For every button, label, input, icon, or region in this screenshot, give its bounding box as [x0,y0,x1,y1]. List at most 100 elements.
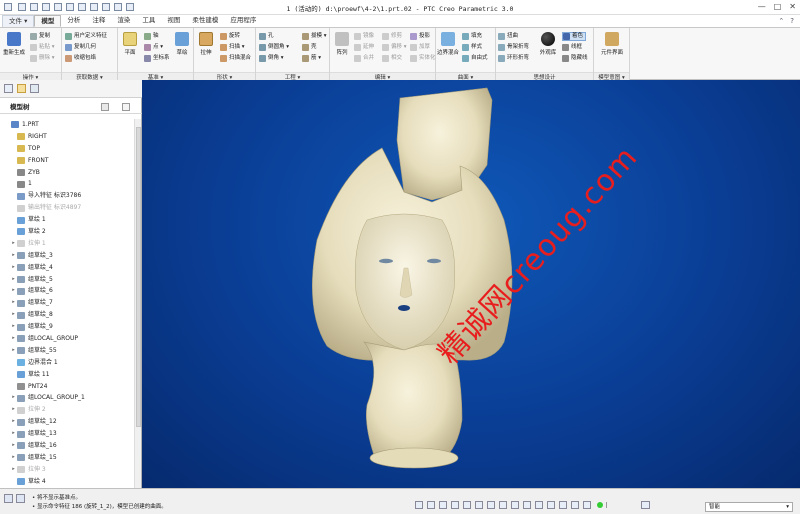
saved-orientations-icon[interactable] [463,501,471,509]
graphics-viewport[interactable]: 精诚网creoug.com [142,80,800,488]
fill-button[interactable]: 填充 [462,32,482,41]
sketch-button[interactable]: 草绘 [170,32,194,56]
browser-toggle-icon[interactable] [16,494,25,503]
freestyle-button[interactable]: 自由式 [462,54,488,63]
tab-analysis[interactable]: 分析 [61,15,86,27]
perspective-icon[interactable] [535,501,543,509]
hole-button[interactable]: 孔 [259,32,274,41]
regenerate-button[interactable]: 重新生成 [2,32,26,56]
shading-button[interactable]: 着色 [562,32,587,41]
model-render[interactable] [142,80,800,488]
tree-item[interactable]: ▸ 组草绘_13 [0,428,134,440]
model-tree-scrollbar[interactable] [134,119,141,488]
appearance-gallery-button[interactable]: 外观库 [536,32,560,56]
group-label-operations[interactable]: 操作 ▾ [0,72,61,81]
chamfer-button[interactable]: 倒角 ▾ [259,54,284,63]
navigator-toggle-icon[interactable] [4,494,13,503]
tree-item[interactable]: PNT24 [0,381,134,393]
swept-blend-button[interactable]: 扫描混合 [220,54,251,63]
tree-item[interactable]: ▸ 拉伸 1 [0,238,134,250]
expand-arrow-icon[interactable]: ▸ [10,262,17,274]
thicken-button[interactable]: 加厚 [410,43,430,52]
expand-arrow-icon[interactable]: ▸ [10,416,17,428]
tree-item[interactable]: ▸ 组草绘_55 [0,345,134,357]
tab-flexible-modeling[interactable]: 柔性建模 [186,15,224,27]
tree-item[interactable]: ZYB [0,167,134,179]
sweep-button[interactable]: 扫描 ▾ [220,43,245,52]
tree-item[interactable]: 1 [0,178,134,190]
tree-item[interactable]: ▸ 组草绘_9 [0,321,134,333]
point-button[interactable]: 点 ▾ [144,43,163,52]
trim-button[interactable]: 修剪 [382,32,402,41]
pattern-button[interactable]: 阵列 [330,32,354,56]
folder-browser-tab-icon[interactable] [17,84,26,93]
shrinkwrap-button[interactable]: 收缩包络 [65,54,96,63]
model-tree-tab-icon[interactable] [4,84,13,93]
view-manager-icon[interactable] [523,501,531,509]
section-icon[interactable] [559,501,567,509]
tab-tools[interactable]: 工具 [136,15,161,27]
tree-item[interactable]: ▸ 组LOCAL_GROUP [0,333,134,345]
tree-item[interactable]: ▸ 组草绘_5 [0,274,134,286]
wireframe-button[interactable]: 线框 [562,43,582,52]
group-label-editing[interactable]: 编辑 ▾ [330,72,435,81]
expand-arrow-icon[interactable]: ▸ [10,428,17,440]
tree-item[interactable]: ▸ 组草绘_6 [0,285,134,297]
udf-button[interactable]: 用户定义特征 [65,32,107,41]
close-button[interactable]: ✕ [789,2,796,11]
selection-filter-icon[interactable] [641,501,650,509]
expand-arrow-icon[interactable]: ▸ [10,297,17,309]
favorites-tab-icon[interactable] [30,84,39,93]
style-button[interactable]: 样式 [462,43,482,52]
tab-applications[interactable]: 应用程序 [224,15,262,27]
selection-filter-dropdown[interactable]: 智能 ▾ [705,502,793,512]
expand-arrow-icon[interactable]: ▸ [10,464,17,476]
round-button[interactable]: 倒圆角 ▾ [259,43,289,52]
minimize-button[interactable]: — [758,2,766,11]
group-label-model-intent[interactable]: 模型意图 ▾ [594,72,629,81]
tab-file[interactable]: 文件 ▾ [2,15,35,27]
expand-arrow-icon[interactable]: ▸ [10,238,17,250]
shell-button[interactable]: 壳 [302,43,317,52]
appearance-toggle-icon[interactable] [547,501,555,509]
tree-item[interactable]: FRONT [0,155,134,167]
tree-columns-icon[interactable] [122,103,130,111]
tree-item[interactable]: 输出特征 标识4897 [0,202,134,214]
tree-item[interactable]: ▸ 组LOCAL_GROUP_1 [0,392,134,404]
minimize-ribbon-icon[interactable]: ⌃ [778,17,784,25]
rib-button[interactable]: 筋 ▾ [302,54,321,63]
project-button[interactable]: 投影 [410,32,430,41]
tree-item[interactable]: ▸ 组草绘_8 [0,309,134,321]
tree-item[interactable]: ▸ 组草绘_16 [0,440,134,452]
boundary-blend-button[interactable]: 边界混合 [436,32,460,56]
tab-view[interactable]: 视图 [161,15,186,27]
tree-item[interactable]: ▸ 组草绘_12 [0,416,134,428]
tree-item[interactable]: 草绘 4 [0,476,134,488]
tree-item[interactable]: ▸ 组草绘_7 [0,297,134,309]
flag-icon[interactable] [606,502,613,508]
expand-arrow-icon[interactable]: ▸ [10,392,17,404]
component-interface-button[interactable]: 元件界面 [600,32,624,56]
warp-button[interactable]: 扭曲 [498,32,518,41]
plane-button[interactable]: 平面 [118,32,142,56]
delete-button[interactable]: 删除 ▾ [30,54,55,63]
datum-display-icon[interactable] [487,501,495,509]
tree-item[interactable]: TOP [0,143,134,155]
toroidal-bend-button[interactable]: 环形折弯 [498,54,529,63]
tree-item[interactable]: RIGHT [0,131,134,143]
zoom-in-icon[interactable] [427,501,435,509]
tab-annotate[interactable]: 注释 [86,15,111,27]
expand-arrow-icon[interactable]: ▸ [10,333,17,345]
draft-button[interactable]: 拔模 ▾ [302,32,327,41]
revolve-button[interactable]: 旋转 [220,32,240,41]
tree-item[interactable]: ▸ 组草绘_3 [0,250,134,262]
tree-item[interactable]: ▸ 拉伸 3 [0,464,134,476]
help-icon[interactable]: ? [790,17,794,25]
csys-button[interactable]: 坐标系 [144,54,170,63]
extrude-button[interactable]: 拉伸 [194,32,218,56]
group-label-datum[interactable]: 基准 ▾ [118,72,193,81]
group-label-shapes[interactable]: 形状 ▾ [194,72,255,81]
spinal-bend-button[interactable]: 骨架折弯 [498,43,529,52]
tree-item[interactable]: 草绘 11 [0,369,134,381]
expand-arrow-icon[interactable]: ▸ [10,404,17,416]
